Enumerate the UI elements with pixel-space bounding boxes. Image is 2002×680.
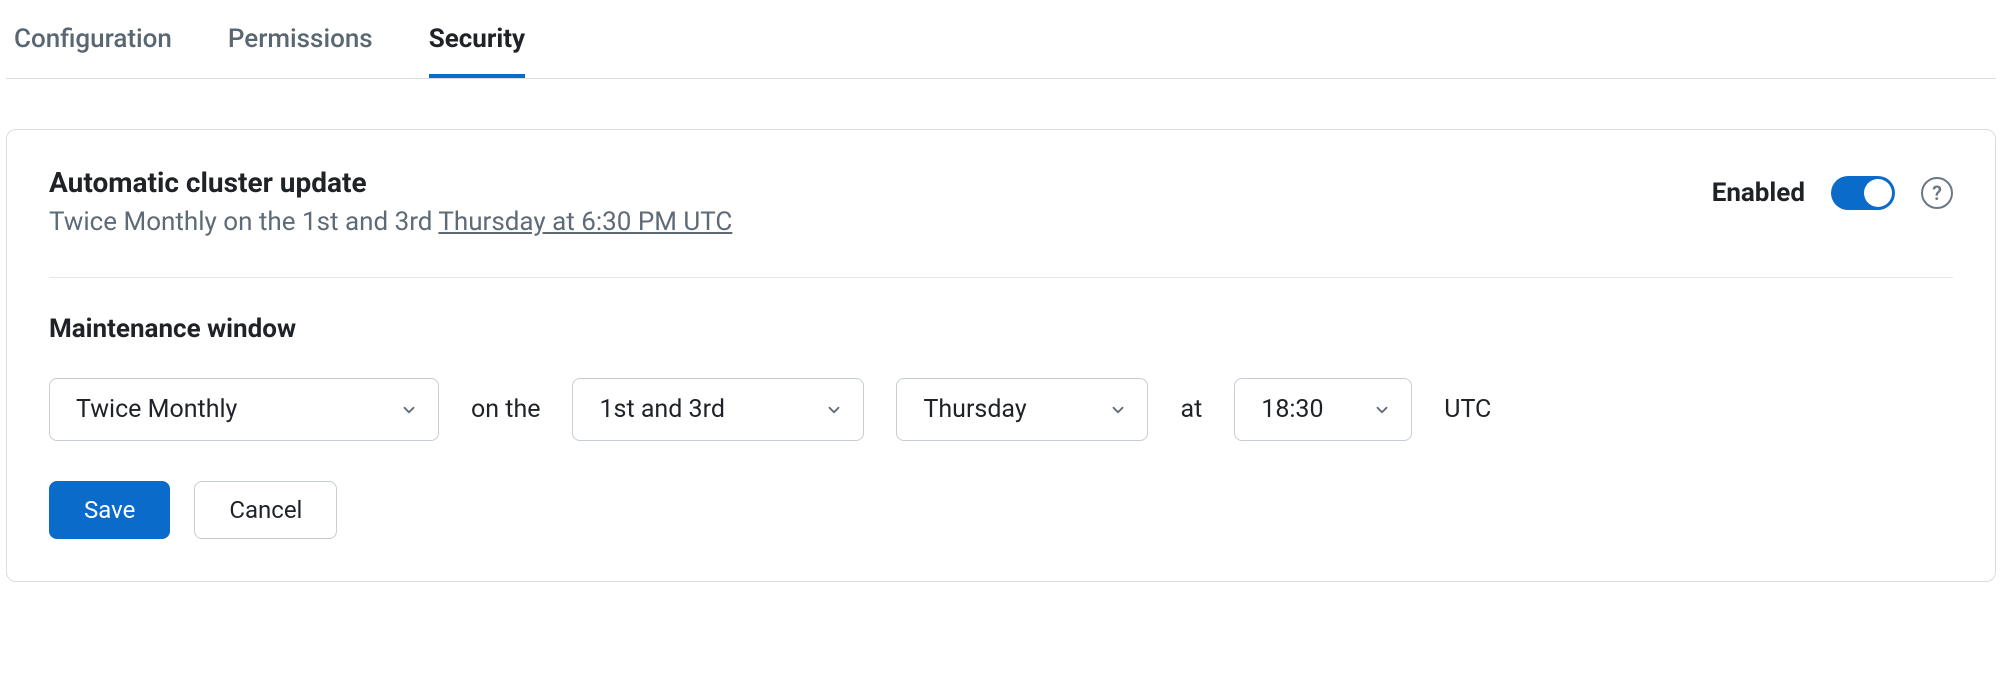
at-label: at <box>1180 395 1202 424</box>
nth-weeks-value: 1st and 3rd <box>599 395 724 424</box>
nth-weeks-select[interactable]: 1st and 3rd <box>572 378 864 441</box>
maintenance-title: Maintenance window <box>49 314 1953 344</box>
card-title: Automatic cluster update <box>49 166 732 199</box>
enabled-label: Enabled <box>1712 178 1805 208</box>
chevron-down-icon <box>1109 401 1127 419</box>
card-subtitle-prefix: Twice Monthly on the 1st and 3rd <box>49 207 438 237</box>
tab-security[interactable]: Security <box>429 0 525 78</box>
card-header-right: Enabled ? <box>1712 166 1953 210</box>
enable-toggle[interactable] <box>1831 176 1895 210</box>
card-header: Automatic cluster update Twice Monthly o… <box>49 166 1953 237</box>
time-value: 18:30 <box>1261 395 1323 424</box>
tab-bar: Configuration Permissions Security <box>6 0 1996 79</box>
card-subtitle: Twice Monthly on the 1st and 3rd Thursda… <box>49 207 732 237</box>
chevron-down-icon <box>1373 401 1391 419</box>
maintenance-controls: Twice Monthly on the 1st and 3rd Thursda… <box>49 378 1953 441</box>
cancel-button[interactable]: Cancel <box>194 481 337 539</box>
help-icon[interactable]: ? <box>1921 177 1953 209</box>
buttons-row: Save Cancel <box>49 481 1953 539</box>
frequency-value: Twice Monthly <box>76 395 237 424</box>
card-subtitle-link[interactable]: Thursday at 6:30 PM UTC <box>438 207 732 237</box>
tab-permissions[interactable]: Permissions <box>228 0 373 78</box>
card-header-text: Automatic cluster update Twice Monthly o… <box>49 166 732 237</box>
frequency-select[interactable]: Twice Monthly <box>49 378 439 441</box>
tab-configuration[interactable]: Configuration <box>14 0 172 78</box>
divider <box>49 277 1953 278</box>
security-card: Automatic cluster update Twice Monthly o… <box>6 129 1996 582</box>
tz-label: UTC <box>1444 395 1491 424</box>
time-select[interactable]: 18:30 <box>1234 378 1412 441</box>
chevron-down-icon <box>825 401 843 419</box>
toggle-knob <box>1864 179 1892 207</box>
on-the-label: on the <box>471 395 540 424</box>
day-select[interactable]: Thursday <box>896 378 1148 441</box>
day-value: Thursday <box>923 395 1026 424</box>
save-button[interactable]: Save <box>49 481 170 539</box>
chevron-down-icon <box>400 401 418 419</box>
